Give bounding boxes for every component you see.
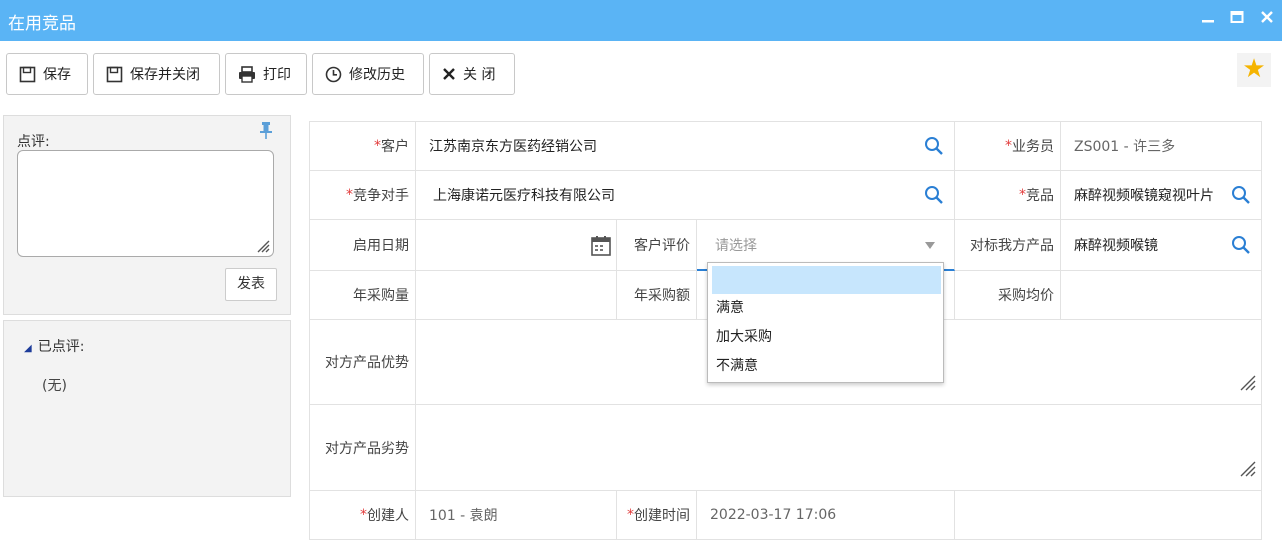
rating-option-blank[interactable] (712, 266, 941, 294)
start-date-field[interactable] (416, 220, 617, 271)
created-time-field: 2022-03-17 17:06 (697, 491, 955, 539)
required-mark: * (1005, 138, 1012, 154)
product-value: 麻醉视频喉镜窥视叶片 (1074, 188, 1214, 204)
history-button[interactable]: 修改历史 (312, 53, 424, 95)
close-label: 关 闭 (463, 67, 496, 83)
search-icon[interactable] (1231, 235, 1251, 259)
existing-comments-panel: ◢ 已点评: (无) (3, 320, 291, 497)
salesman-field[interactable]: ZS001 - 许三多 (1061, 122, 1262, 171)
comment-textarea[interactable] (17, 150, 274, 257)
benchmark-label: 对标我方产品 (955, 220, 1061, 271)
clock-icon (325, 66, 342, 82)
star-icon[interactable]: ★ (1237, 53, 1271, 87)
search-icon[interactable] (1231, 185, 1251, 209)
avg-price-field[interactable] (1061, 271, 1262, 320)
close-icon[interactable] (1256, 8, 1278, 30)
required-mark: * (360, 507, 367, 523)
save-label: 保存 (43, 67, 71, 83)
collapse-triangle-icon[interactable]: ◢ (24, 343, 32, 354)
save-and-close-label: 保存并关闭 (130, 67, 200, 83)
print-button[interactable]: 打印 (225, 53, 307, 95)
existing-comments-label: 已点评: (37, 339, 85, 355)
creator-label: * 创建人 (310, 491, 416, 539)
existing-comments-header[interactable]: ◢ 已点评: (24, 336, 84, 356)
created-time-label: * 创建时间 (617, 491, 697, 539)
resize-grip-icon[interactable] (1238, 373, 1256, 395)
no-comments-text: (无) (42, 378, 67, 394)
competitor-value: 上海康诺元医疗科技有限公司 (433, 188, 615, 204)
rating-option[interactable]: 加大采购 (712, 323, 941, 351)
title-bar: 在用竞品 (0, 0, 1282, 41)
comment-panel: 点评: 发表 (3, 115, 291, 315)
product-label: * 竞品 (955, 171, 1061, 220)
customer-field[interactable]: 江苏南京东方医药经销公司 (416, 122, 955, 171)
required-mark: * (627, 507, 634, 523)
annual-qty-label: 年采购量 (310, 271, 416, 320)
competitor-field[interactable]: 上海康诺元医疗科技有限公司 (416, 171, 955, 220)
post-button[interactable]: 发表 (225, 268, 277, 301)
rating-option[interactable]: 满意 (712, 294, 941, 322)
resize-grip-icon[interactable] (1238, 459, 1256, 481)
creator-field: 101 - 袁朗 (416, 491, 617, 539)
required-mark: * (346, 187, 353, 203)
toolbar: 保存 保存并关闭 打印 修改历史 关 闭 (0, 41, 1282, 106)
salesman-label: * 业务员 (955, 122, 1061, 171)
benchmark-field[interactable]: 麻醉视频喉镜 (1061, 220, 1262, 271)
close-button[interactable]: 关 闭 (429, 53, 515, 95)
save-icon (19, 66, 36, 82)
chevron-down-icon[interactable] (924, 239, 936, 255)
save-icon (106, 66, 123, 82)
empty-cell (955, 491, 1262, 539)
product-label-text: 竞品 (1026, 188, 1054, 204)
annual-amount-label: 年采购额 (617, 271, 697, 320)
rating-dropdown: 满意 加大采购 不满意 (707, 262, 944, 383)
rating-option[interactable]: 不满意 (712, 352, 941, 380)
required-mark: * (1019, 187, 1026, 203)
annual-qty-field[interactable] (416, 271, 617, 320)
rating-placeholder: 请选择 (715, 237, 757, 254)
history-label: 修改历史 (349, 67, 405, 83)
maximize-icon[interactable] (1226, 8, 1248, 30)
minimize-icon[interactable] (1197, 8, 1219, 30)
search-icon[interactable] (924, 185, 944, 209)
save-button[interactable]: 保存 (6, 53, 88, 95)
search-icon[interactable] (924, 136, 944, 160)
creator-label-text: 创建人 (367, 508, 409, 524)
creator-value: 101 - 袁朗 (429, 508, 498, 524)
resize-grip-icon[interactable] (254, 237, 270, 257)
customer-label-text: 客户 (381, 139, 409, 155)
save-and-close-button[interactable]: 保存并关闭 (93, 53, 220, 95)
printer-icon (239, 65, 255, 83)
start-date-label: 启用日期 (310, 220, 416, 271)
benchmark-value: 麻醉视频喉镜 (1074, 238, 1158, 254)
required-mark: * (374, 138, 381, 154)
competitor-label: * 竞争对手 (310, 171, 416, 220)
disadvantage-label: 对方产品劣势 (310, 405, 416, 491)
customer-label: * 客户 (310, 122, 416, 171)
x-icon (443, 68, 455, 80)
window-title: 在用竞品 (8, 14, 76, 34)
comment-label: 点评: (17, 134, 50, 150)
calendar-icon[interactable] (590, 235, 612, 261)
created-time-label-text: 创建时间 (634, 508, 690, 524)
disadvantage-field[interactable] (416, 405, 1262, 491)
print-label: 打印 (263, 67, 291, 83)
created-time-value: 2022-03-17 17:06 (710, 507, 837, 523)
pin-icon[interactable] (259, 121, 273, 143)
product-field[interactable]: 麻醉视频喉镜窥视叶片 (1061, 171, 1262, 220)
customer-value: 江苏南京东方医药经销公司 (429, 139, 597, 155)
competitor-label-text: 竞争对手 (353, 188, 409, 204)
avg-price-label: 采购均价 (955, 271, 1061, 320)
advantage-label: 对方产品优势 (310, 320, 416, 405)
rating-label: 客户评价 (617, 220, 697, 271)
salesman-label-text: 业务员 (1012, 139, 1054, 155)
salesman-value: ZS001 - 许三多 (1074, 139, 1176, 155)
